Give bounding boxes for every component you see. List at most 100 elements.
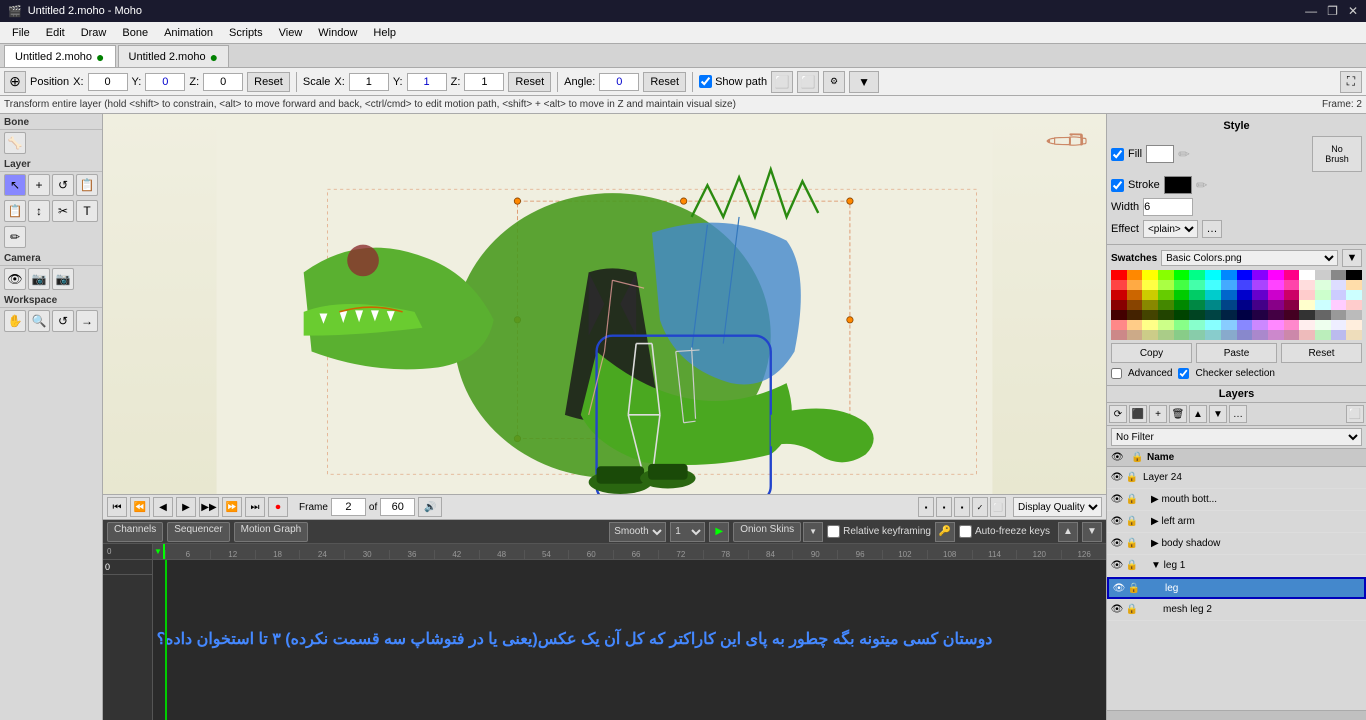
window-controls[interactable]: — ❐ ✕ [1305, 4, 1358, 18]
color-cell-53[interactable] [1189, 300, 1205, 310]
motion-graph-tab[interactable]: Motion Graph [234, 522, 309, 542]
x-input[interactable] [88, 73, 128, 91]
layer-eye-layer24[interactable]: 👁 [1109, 470, 1125, 486]
color-cell-86[interactable] [1205, 320, 1221, 330]
color-cell-1[interactable] [1127, 270, 1143, 280]
color-cell-26[interactable] [1268, 280, 1284, 290]
cut-tool[interactable]: ✂ [52, 200, 74, 222]
color-cell-41[interactable] [1252, 290, 1268, 300]
color-cell-56[interactable] [1237, 300, 1253, 310]
pen-tool[interactable]: ✏ [4, 226, 26, 248]
layer-tool-5[interactable]: ▲ [1189, 405, 1207, 423]
rotate-tool[interactable]: ↺ [52, 174, 74, 196]
y-input[interactable] [145, 73, 185, 91]
layer-tool-7[interactable]: … [1229, 405, 1247, 423]
color-cell-107[interactable] [1284, 330, 1300, 340]
record-button[interactable]: ⏺ [268, 497, 288, 517]
layer-row-bodyshadow[interactable]: 👁 🔒 ▶ body shadow [1107, 533, 1366, 555]
color-cell-31[interactable] [1346, 280, 1362, 290]
text-tool[interactable]: T [76, 200, 98, 222]
color-cell-71[interactable] [1221, 310, 1237, 320]
color-cell-38[interactable] [1205, 290, 1221, 300]
color-cell-69[interactable] [1189, 310, 1205, 320]
color-cell-67[interactable] [1158, 310, 1174, 320]
color-cell-15[interactable] [1346, 270, 1362, 280]
prev-frame-button[interactable]: ◀ [153, 497, 173, 517]
paste-swatch-button[interactable]: Paste [1196, 343, 1277, 363]
minimize-button[interactable]: — [1305, 4, 1317, 18]
color-cell-43[interactable] [1284, 290, 1300, 300]
canvas-viewport[interactable]: 🖊 [103, 114, 1106, 494]
smooth-select[interactable]: Smooth Linear [609, 522, 666, 542]
flip-tool[interactable]: ↕ [28, 200, 50, 222]
view-btn-2[interactable]: ▪ [936, 497, 952, 517]
color-cell-28[interactable] [1299, 280, 1315, 290]
color-cell-59[interactable] [1284, 300, 1300, 310]
advanced-checkbox[interactable] [1111, 368, 1122, 379]
menu-view[interactable]: View [271, 25, 311, 41]
color-cell-62[interactable] [1331, 300, 1347, 310]
toolbar-icon-1[interactable]: ⬜ [771, 71, 793, 93]
total-frames-input[interactable] [380, 498, 415, 516]
color-cell-84[interactable] [1174, 320, 1190, 330]
color-cell-3[interactable] [1158, 270, 1174, 280]
color-cell-16[interactable] [1111, 280, 1127, 290]
color-cell-21[interactable] [1189, 280, 1205, 290]
add-tool[interactable]: + [28, 174, 50, 196]
menu-draw[interactable]: Draw [73, 25, 115, 41]
toolbar-icon-4[interactable]: ▼ [849, 71, 879, 93]
color-cell-27[interactable] [1284, 280, 1300, 290]
display-quality-select[interactable]: Display Quality [1013, 497, 1102, 517]
color-cell-89[interactable] [1252, 320, 1268, 330]
camera-view-tool[interactable]: 👁 [4, 268, 26, 290]
color-cell-66[interactable] [1142, 310, 1158, 320]
effect-options-button[interactable]: … [1202, 220, 1222, 238]
pan-workspace-tool[interactable]: ✋ [4, 310, 26, 332]
color-cell-19[interactable] [1158, 280, 1174, 290]
toolbar-icon-3[interactable]: ⚙ [823, 71, 845, 93]
color-cell-44[interactable] [1299, 290, 1315, 300]
color-cell-54[interactable] [1205, 300, 1221, 310]
camera-orbit-tool[interactable]: 📷 [28, 268, 50, 290]
color-cell-55[interactable] [1221, 300, 1237, 310]
color-cell-93[interactable] [1315, 320, 1331, 330]
layers-scrollbar[interactable] [1107, 710, 1366, 720]
color-cell-18[interactable] [1142, 280, 1158, 290]
step-forward-button[interactable]: ⏩ [222, 497, 242, 517]
tl-up-button[interactable]: ▲ [1058, 522, 1078, 542]
color-cell-91[interactable] [1284, 320, 1300, 330]
color-cell-47[interactable] [1346, 290, 1362, 300]
color-cell-36[interactable] [1174, 290, 1190, 300]
width-input[interactable] [1143, 198, 1193, 216]
layer-tool-8[interactable]: ⬜ [1346, 405, 1364, 423]
color-cell-12[interactable] [1299, 270, 1315, 280]
layer-row-leg1[interactable]: 👁 🔒 ▼ leg 1 [1107, 555, 1366, 577]
layer-row-leftarm[interactable]: 👁 🔒 ▶ left arm [1107, 511, 1366, 533]
layer-lock-meshleg2[interactable]: 🔒 [1125, 603, 1139, 617]
close-button[interactable]: ✕ [1348, 4, 1358, 18]
no-brush-button[interactable]: NoBrush [1312, 136, 1362, 172]
color-cell-73[interactable] [1252, 310, 1268, 320]
layer-lock-leg1[interactable]: 🔒 [1125, 559, 1139, 573]
color-cell-68[interactable] [1174, 310, 1190, 320]
step-back-button[interactable]: ⏪ [130, 497, 150, 517]
color-cell-94[interactable] [1331, 320, 1347, 330]
color-cell-45[interactable] [1315, 290, 1331, 300]
color-cell-64[interactable] [1111, 310, 1127, 320]
color-cell-105[interactable] [1252, 330, 1268, 340]
tab-2[interactable]: Untitled 2.moho ● [118, 45, 230, 67]
color-cell-40[interactable] [1237, 290, 1253, 300]
color-cell-32[interactable] [1111, 290, 1127, 300]
color-cell-52[interactable] [1174, 300, 1190, 310]
stroke-color-swatch[interactable] [1164, 176, 1192, 194]
color-cell-101[interactable] [1189, 330, 1205, 340]
rotate-workspace-tool[interactable]: ↺ [52, 310, 74, 332]
color-cell-79[interactable] [1346, 310, 1362, 320]
color-cell-13[interactable] [1315, 270, 1331, 280]
color-cell-7[interactable] [1221, 270, 1237, 280]
color-cell-60[interactable] [1299, 300, 1315, 310]
show-path-checkbox[interactable] [699, 75, 712, 88]
layer-tool-3[interactable]: + [1149, 405, 1167, 423]
channels-tab[interactable]: Channels [107, 522, 163, 542]
swatches-name-select[interactable]: Basic Colors.png [1161, 250, 1338, 266]
